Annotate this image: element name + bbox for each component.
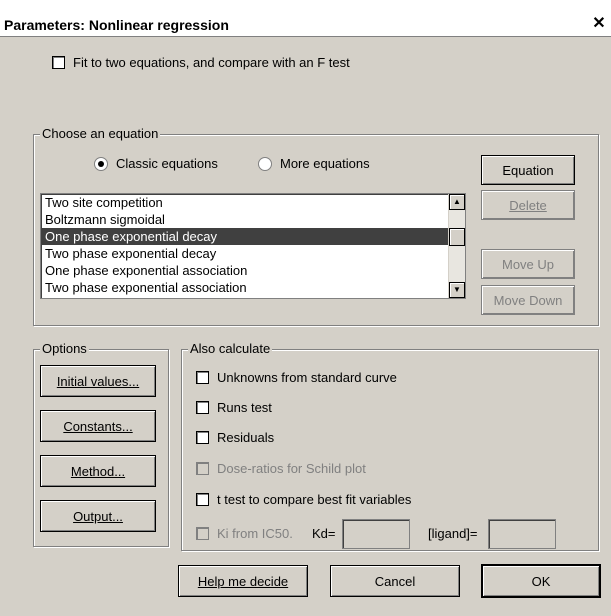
ok-button[interactable]: OK	[481, 564, 601, 598]
scroll-thumb[interactable]	[449, 228, 465, 246]
runs-test-checkbox[interactable]: Runs test	[196, 400, 272, 415]
equation-list[interactable]: Two site competition Boltzmann sigmoidal…	[40, 193, 466, 299]
ligand-field[interactable]	[488, 519, 556, 549]
f-test-label: Fit to two equations, and compare with a…	[73, 55, 350, 70]
method-button[interactable]: Method...	[40, 455, 156, 487]
checkbox-box[interactable]	[196, 371, 209, 384]
list-scrollbar[interactable]: ▲ ▼	[448, 194, 465, 298]
ki-checkbox[interactable]: Ki from IC50.	[196, 526, 293, 541]
checkbox-box[interactable]	[196, 431, 209, 444]
output-button[interactable]: Output...	[40, 500, 156, 532]
also-calculate-legend: Also calculate	[188, 341, 273, 356]
close-icon[interactable]: ✕	[591, 16, 607, 32]
scroll-down-arrow-icon[interactable]: ▼	[449, 282, 465, 298]
dose-ratios-checkbox[interactable]: Dose-ratios for Schild plot	[196, 461, 366, 476]
window-title: Parameters: Nonlinear regression	[4, 17, 229, 33]
nonlinear-regression-dialog: Parameters: Nonlinear regression ✕ Fit t…	[0, 0, 611, 616]
radio-dot-icon[interactable]	[258, 156, 272, 171]
checkbox-box[interactable]	[196, 462, 209, 475]
choose-equation-legend: Choose an equation	[40, 126, 161, 141]
list-item[interactable]: Two phase exponential association	[41, 279, 465, 296]
delete-button[interactable]: Delete	[481, 190, 575, 220]
title-bar: Parameters: Nonlinear regression ✕	[0, 14, 611, 37]
ligand-label: [ligand]=	[428, 526, 478, 541]
radio-classic-equations[interactable]: Classic equations	[94, 156, 218, 171]
residuals-checkbox[interactable]: Residuals	[196, 430, 274, 445]
radio-more-equations[interactable]: More equations	[258, 156, 370, 171]
t-test-label: t test to compare best fit variables	[217, 492, 412, 507]
constants-button[interactable]: Constants...	[40, 410, 156, 442]
top-margin	[0, 0, 611, 14]
checkbox-box[interactable]	[196, 493, 209, 506]
options-legend: Options	[40, 341, 89, 356]
cancel-button[interactable]: Cancel	[330, 565, 460, 597]
residuals-label: Residuals	[217, 430, 275, 445]
list-item[interactable]: One phase exponential association	[41, 262, 465, 279]
move-up-button[interactable]: Move Up	[481, 249, 575, 279]
t-test-checkbox[interactable]: t test to compare best fit variables	[196, 492, 411, 507]
list-item[interactable]: Two site competition	[41, 194, 465, 211]
ki-label: Ki from IC50.	[217, 526, 293, 541]
list-item-selected[interactable]: One phase exponential decay	[41, 228, 465, 245]
kd-label: Kd=	[312, 526, 336, 541]
radio-classic-label: Classic equations	[116, 156, 218, 171]
move-down-button[interactable]: Move Down	[481, 285, 575, 315]
runs-test-label: Runs test	[217, 400, 272, 415]
list-item[interactable]: Boltzmann sigmoidal	[41, 211, 465, 228]
equation-button[interactable]: Equation	[481, 155, 575, 185]
checkbox-box[interactable]	[196, 401, 209, 414]
unknowns-label: Unknowns from standard curve	[217, 370, 397, 385]
initial-values-button[interactable]: Initial values...	[40, 365, 156, 397]
kd-field[interactable]	[342, 519, 410, 549]
checkbox-box[interactable]	[196, 527, 209, 540]
unknowns-checkbox[interactable]: Unknowns from standard curve	[196, 370, 397, 385]
dose-ratios-label: Dose-ratios for Schild plot	[217, 461, 366, 476]
checkbox-box[interactable]	[52, 56, 65, 69]
radio-more-label: More equations	[280, 156, 370, 171]
scroll-up-arrow-icon[interactable]: ▲	[449, 194, 465, 210]
list-item[interactable]: Two phase exponential decay	[41, 245, 465, 262]
radio-dot-icon[interactable]	[94, 156, 108, 171]
f-test-checkbox[interactable]: Fit to two equations, and compare with a…	[52, 55, 350, 70]
help-me-decide-button[interactable]: Help me decide	[178, 565, 308, 597]
